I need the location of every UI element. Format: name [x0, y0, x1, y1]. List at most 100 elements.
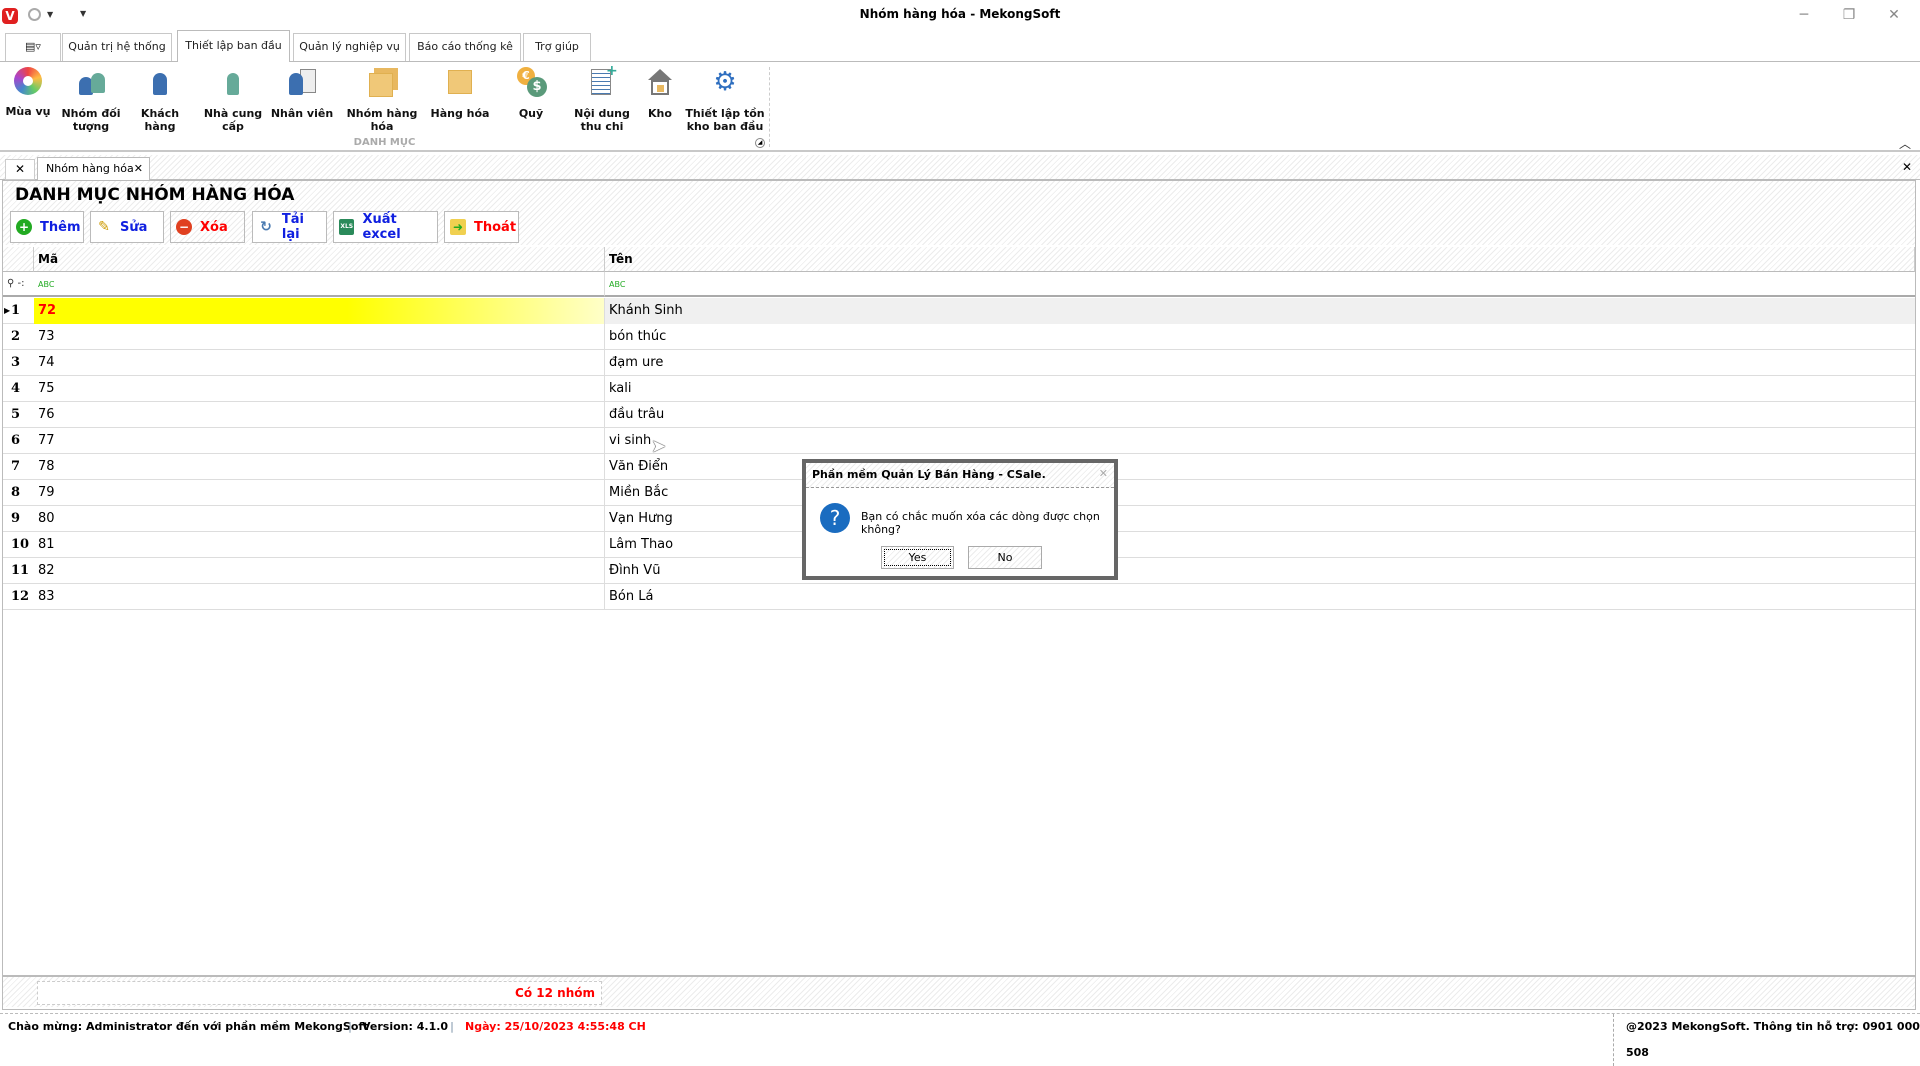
cell-ma[interactable]: 75	[34, 376, 605, 402]
close-window-button[interactable]: ✕	[1874, 4, 1914, 26]
dialog-title-bar: Phần mềm Quản Lý Bán Hàng - CSale. ✕	[806, 463, 1114, 488]
collapse-ribbon-chevron-icon[interactable]: ︿	[1899, 135, 1911, 152]
row-number[interactable]: 12	[3, 584, 34, 610]
ribbon-view-menu-button[interactable]: ▤▿	[5, 33, 61, 61]
cell-ma[interactable]: 82	[34, 558, 605, 584]
minimize-button[interactable]: ─	[1784, 4, 1824, 26]
filter-cell-ma[interactable]: ABC	[34, 272, 605, 297]
tab-thiet-lap-ban-dau[interactable]: Thiết lập ban đầu	[177, 30, 290, 62]
cell-ma[interactable]: 79	[34, 480, 605, 506]
close-document-button[interactable]: ✕	[1902, 160, 1912, 174]
status-divider: |	[348, 1020, 353, 1033]
refresh-icon: ↻	[260, 219, 272, 235]
supplier-icon	[217, 67, 249, 97]
income-expense-icon: +	[586, 64, 618, 97]
table-row[interactable]: 12 83 Bón Lá	[3, 584, 1915, 610]
ribbon-label: tượng	[72, 120, 110, 133]
cell-ten[interactable]: Bón Lá	[605, 584, 1915, 610]
row-number[interactable]: 6	[3, 428, 34, 454]
table-row[interactable]: 5 76 đầu trâu	[3, 402, 1915, 428]
row-number[interactable]: 10	[3, 532, 34, 558]
ribbon-button-nhan-vien[interactable]: Nhân viên	[266, 67, 338, 120]
ribbon-label: Nhà cung	[203, 107, 263, 120]
page-title: DANH MỤC NHÓM HÀNG HÓA	[15, 185, 295, 205]
no-button[interactable]: No	[968, 546, 1042, 569]
close-all-tabs-button[interactable]: ✕	[5, 159, 35, 180]
exit-button[interactable]: ➜ Thoát	[444, 211, 519, 243]
ribbon-button-khach-hang[interactable]: Khách hàng	[124, 67, 196, 133]
gear-icon: ⚙	[713, 67, 737, 97]
cell-ma[interactable]: 78	[34, 454, 605, 480]
reload-button[interactable]: ↻ Tải lại	[252, 211, 327, 243]
yes-button[interactable]: Yes	[881, 546, 954, 569]
ribbon-button-nhom-hang-hoa[interactable]: Nhóm hàng hóa	[346, 67, 418, 133]
doc-tab-label: Nhóm hàng hóa	[46, 162, 134, 175]
ribbon-button-nhom-doi-tuong[interactable]: Nhóm đối tượng	[55, 67, 127, 133]
row-number[interactable]: 5	[3, 402, 34, 428]
column-header-ma[interactable]: Mã	[34, 247, 605, 272]
filter-cell-ten[interactable]: ABC	[605, 272, 1915, 297]
tab-tro-giup[interactable]: Trợ giúp	[523, 33, 591, 61]
row-number[interactable]: 9	[3, 506, 34, 532]
tab-bao-cao-thong-ke[interactable]: Báo cáo thống kê	[409, 33, 521, 61]
edit-label: Sửa	[120, 219, 148, 235]
table-row[interactable]: 3 74 đạm ure	[3, 350, 1915, 376]
delete-label: Xóa	[200, 219, 228, 235]
row-number[interactable]: 7	[3, 454, 34, 480]
ribbon-label: Nhân viên	[270, 107, 334, 120]
close-tab-icon[interactable]: ✕	[134, 162, 143, 175]
group-dialog-launcher-icon[interactable]: ◢	[755, 138, 765, 148]
employee-icon	[286, 67, 318, 97]
delete-button[interactable]: − Xóa	[170, 211, 245, 243]
column-header-ten[interactable]: Tên	[605, 247, 1915, 272]
row-number[interactable]: 11	[3, 558, 34, 584]
cell-ten[interactable]: bón thúc	[605, 324, 1915, 350]
status-date: Ngày: 25/10/2023 4:55:48 CH	[465, 1020, 646, 1033]
cell-ten[interactable]: kali	[605, 376, 1915, 402]
mouse-cursor-icon: ➤	[651, 436, 667, 457]
record-count: Có 12 nhóm	[37, 981, 602, 1005]
ribbon: Mùa vụ Nhóm đối tượng Khách hàng Nhà cung c…	[0, 61, 1920, 152]
add-label: Thêm	[40, 219, 81, 235]
cell-ten[interactable]: đạm ure	[605, 350, 1915, 376]
dialog-close-icon[interactable]: ✕	[1099, 467, 1108, 480]
cell-ma[interactable]: 81	[34, 532, 605, 558]
ribbon-button-nha-cung-cap[interactable]: Nhà cung cấp	[197, 67, 269, 133]
cell-ma[interactable]: 72	[34, 298, 605, 324]
cell-ma[interactable]: 77	[34, 428, 605, 454]
edit-button[interactable]: ✎ Sửa	[90, 211, 164, 243]
row-indicator-header	[3, 247, 34, 272]
row-number[interactable]: 2	[3, 324, 34, 350]
table-row[interactable]: 1 72 Khánh Sinh ▶	[3, 298, 1915, 324]
product-icon	[444, 67, 476, 97]
doc-tab-nhom-hang-hoa[interactable]: Nhóm hàng hóa ✕	[37, 157, 150, 181]
cell-ma[interactable]: 74	[34, 350, 605, 376]
filter-abc-icon: ABC	[38, 280, 55, 289]
ribbon-label: Nhóm đối	[61, 107, 121, 120]
restore-button[interactable]: ❐	[1829, 4, 1869, 26]
cell-ma[interactable]: 73	[34, 324, 605, 350]
ribbon-button-hang-hoa[interactable]: Hàng hóa	[424, 67, 496, 120]
fund-icon: € $	[515, 67, 547, 97]
table-row[interactable]: 4 75 kali	[3, 376, 1915, 402]
dialog-message: Bạn có chắc muốn xóa các dòng được chọn …	[861, 510, 1100, 536]
cell-ten[interactable]: đầu trâu	[605, 402, 1915, 428]
cell-ma[interactable]: 76	[34, 402, 605, 428]
row-number[interactable]: 4	[3, 376, 34, 402]
export-excel-button[interactable]: XLS Xuất excel	[333, 211, 438, 243]
ribbon-label: kho ban đầu	[686, 120, 764, 133]
table-row[interactable]: 6 77 vi sinh	[3, 428, 1915, 454]
question-icon: ?	[820, 503, 850, 533]
add-button[interactable]: + Thêm	[10, 211, 84, 243]
tab-quan-tri-he-thong[interactable]: Quản trị hệ thống	[62, 33, 172, 61]
table-row[interactable]: 2 73 bón thúc	[3, 324, 1915, 350]
ribbon-button-thiet-lap-ton-kho[interactable]: ⚙ Thiết lập tồn kho ban đầu	[685, 67, 765, 133]
cell-ten[interactable]: Khánh Sinh	[605, 298, 1915, 324]
cell-ma[interactable]: 83	[34, 584, 605, 610]
row-number[interactable]: 8	[3, 480, 34, 506]
tab-quan-ly-nghiep-vu[interactable]: Quản lý nghiệp vụ	[293, 33, 406, 61]
cell-ma[interactable]: 80	[34, 506, 605, 532]
cell-ten[interactable]: vi sinh	[605, 428, 1915, 454]
ribbon-button-quy[interactable]: € $ Quỹ	[495, 67, 567, 120]
row-number[interactable]: 3	[3, 350, 34, 376]
